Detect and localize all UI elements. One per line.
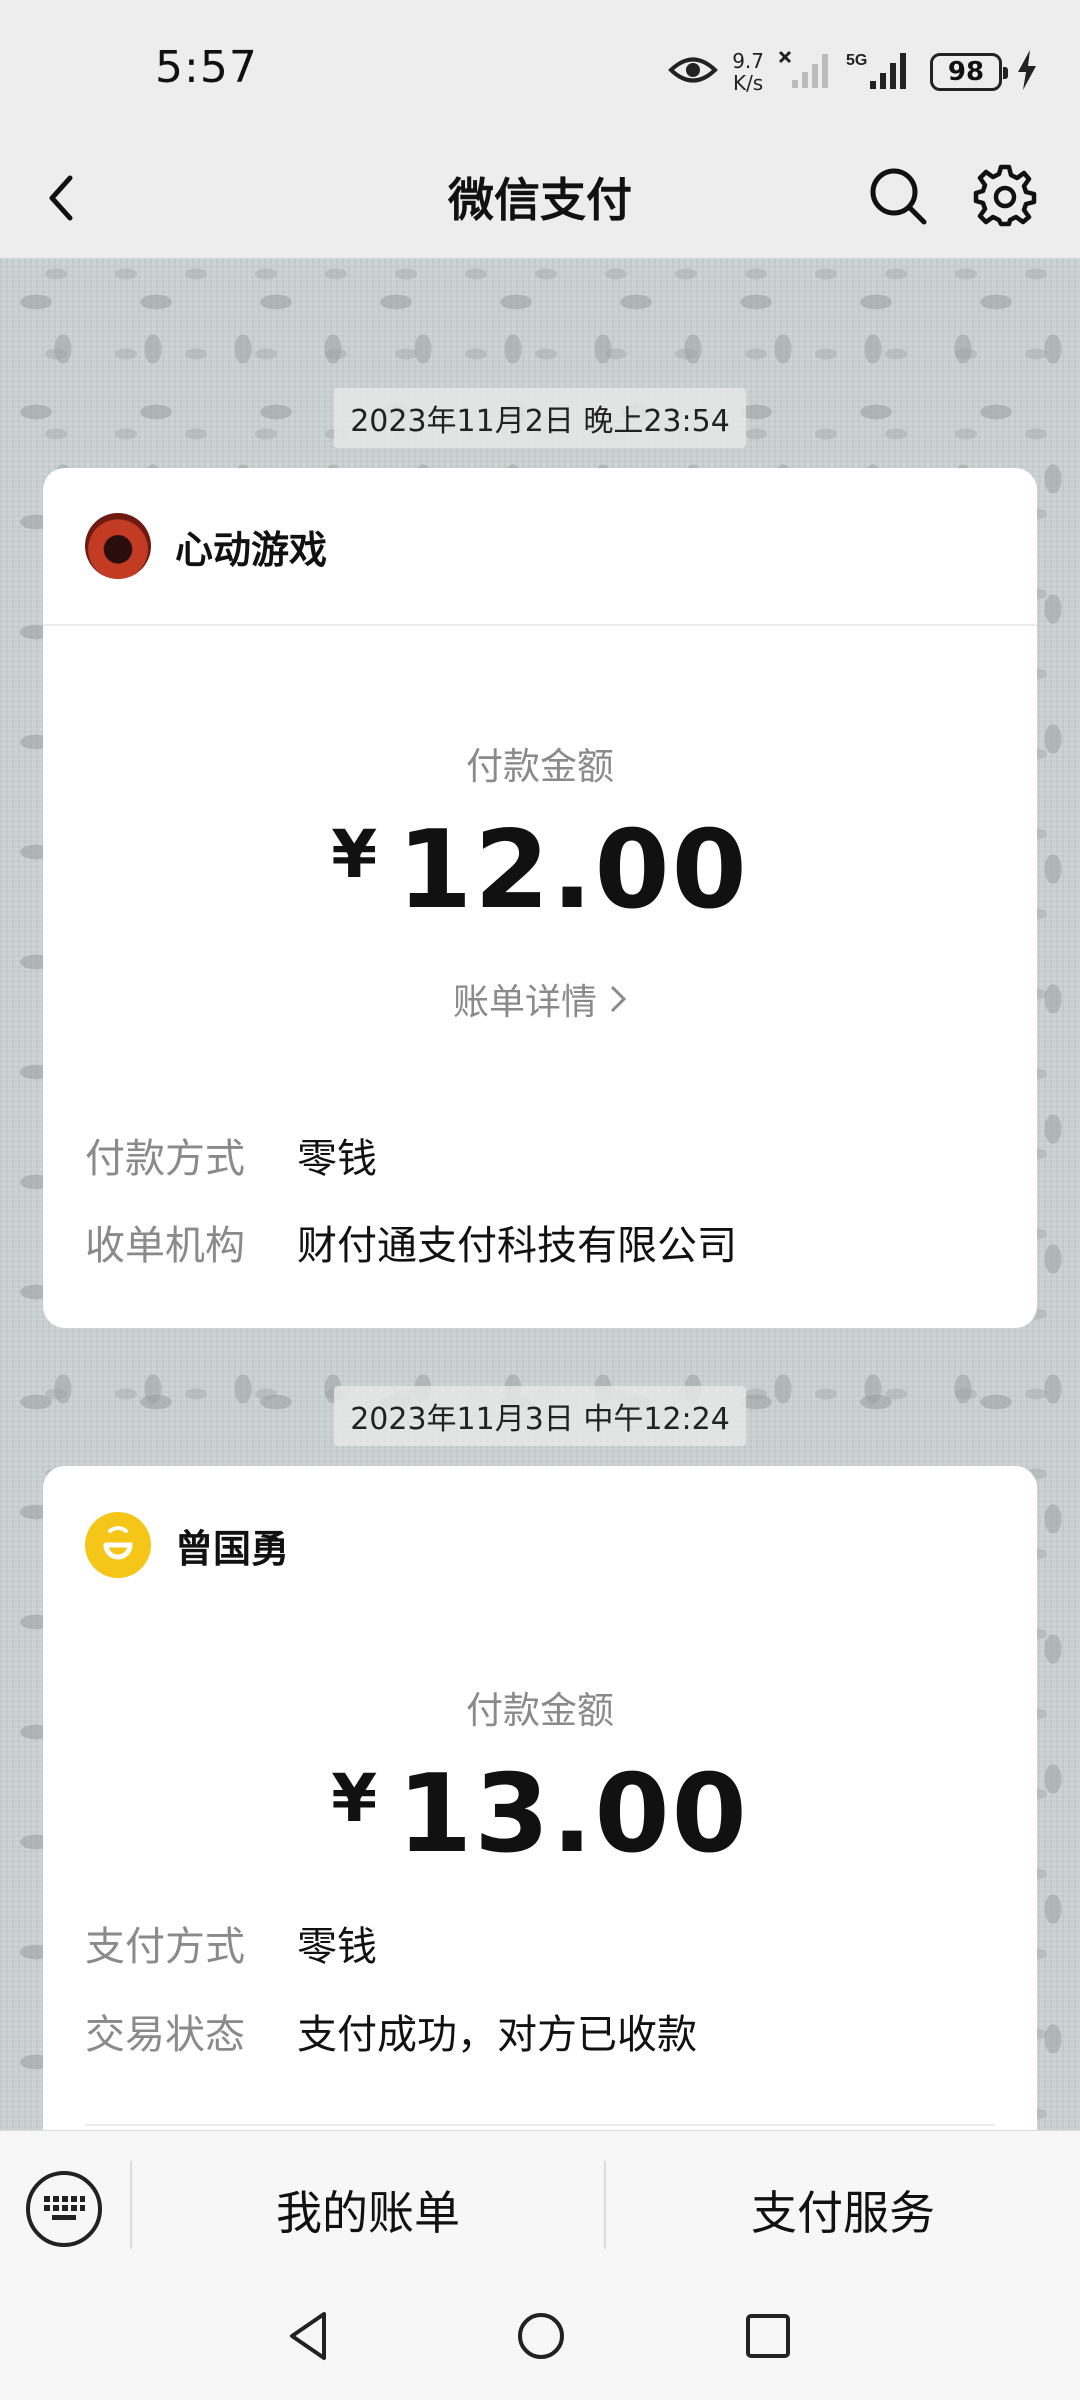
merchant-avatar bbox=[85, 513, 151, 579]
currency-symbol: ¥ bbox=[331, 816, 380, 893]
nav-recents-square-icon[interactable] bbox=[740, 2306, 796, 2366]
smile-logo-icon bbox=[103, 1526, 133, 1560]
bill-detail-link[interactable]: 账单详情 bbox=[43, 973, 1037, 1025]
battery-indicator: 98 bbox=[930, 53, 1008, 91]
nav-bar: 微信支付 bbox=[0, 140, 1080, 258]
info-value: 支付成功，对方已收款 bbox=[297, 2012, 697, 2058]
payment-amount: ¥13.00 bbox=[43, 1752, 1037, 1877]
info-label: 交易状态 bbox=[85, 2012, 245, 2058]
status-bar: 5:57 9.7 K/s 5G 98 bbox=[0, 0, 1080, 140]
payment-card[interactable]: 心动游戏 付款金额 ¥12.00 账单详情 付款方式 零钱 收单机构 财付通支付… bbox=[43, 468, 1037, 1328]
info-row-payment-method: 支付方式 零钱 bbox=[85, 1914, 377, 1972]
amount-value: 13.00 bbox=[397, 1752, 749, 1877]
wechat-pay-chat-screen: 5:57 9.7 K/s 5G 98 微信支付 2023年11月2日 晚上23:… bbox=[0, 0, 1080, 2400]
info-row-transaction-status: 交易状态 支付成功，对方已收款 bbox=[85, 2002, 697, 2060]
search-icon[interactable] bbox=[866, 164, 930, 228]
nav-back-triangle-icon[interactable] bbox=[282, 2306, 334, 2366]
eye-icon bbox=[668, 53, 719, 91]
svg-text:5G: 5G bbox=[846, 52, 867, 69]
system-navigation-bar bbox=[0, 2278, 1080, 2400]
message-timestamp: 2023年11月3日 中午12:24 bbox=[334, 1386, 746, 1446]
payment-amount: ¥12.00 bbox=[43, 808, 1037, 933]
signal-5g-icon: 5G bbox=[846, 49, 916, 95]
message-timestamp: 2023年11月2日 晚上23:54 bbox=[334, 388, 746, 448]
info-label: 支付方式 bbox=[85, 1924, 245, 1970]
gear-icon[interactable] bbox=[972, 162, 1038, 228]
info-label: 收单机构 bbox=[85, 1223, 245, 1269]
amount-value: 12.00 bbox=[397, 808, 749, 933]
menu-my-bills[interactable]: 我的账单 bbox=[132, 2177, 604, 2243]
charging-bolt-icon bbox=[1016, 50, 1038, 94]
merchant-avatar bbox=[85, 1512, 151, 1578]
bill-detail-label: 账单详情 bbox=[452, 982, 597, 1023]
status-icons: 9.7 K/s 5G 98 bbox=[668, 44, 1038, 100]
card-divider bbox=[85, 2124, 995, 2126]
network-speed-value: 9.7 bbox=[732, 49, 764, 73]
keyboard-icon[interactable] bbox=[26, 2171, 102, 2247]
info-value: 零钱 bbox=[297, 1136, 377, 1182]
info-label: 付款方式 bbox=[85, 1136, 245, 1182]
info-value: 财付通支付科技有限公司 bbox=[297, 1223, 737, 1269]
card-header: 心动游戏 bbox=[43, 468, 1037, 626]
signal-no-service-icon bbox=[778, 50, 832, 94]
info-value: 零钱 bbox=[297, 1924, 377, 1970]
message-list[interactable]: 2023年11月2日 晚上23:54 心动游戏 付款金额 ¥12.00 账单详情… bbox=[0, 258, 1080, 2130]
merchant-name: 曾国勇 bbox=[175, 1526, 290, 1571]
timestamp-wrapper: 2023年11月2日 晚上23:54 bbox=[0, 388, 1080, 448]
nav-home-circle-icon[interactable] bbox=[511, 2306, 571, 2366]
card-header: 曾国勇 bbox=[43, 1466, 1037, 1624]
currency-symbol: ¥ bbox=[331, 1760, 380, 1837]
info-row-payment-method: 付款方式 零钱 bbox=[85, 1126, 377, 1184]
timestamp-wrapper: 2023年11月3日 中午12:24 bbox=[0, 1386, 1080, 1446]
network-speed-unit: K/s bbox=[732, 71, 764, 95]
network-speed: 9.7 K/s bbox=[732, 50, 764, 94]
chevron-right-icon bbox=[609, 982, 627, 1023]
status-time: 5:57 bbox=[155, 42, 258, 93]
info-row-acquirer: 收单机构 财付通支付科技有限公司 bbox=[85, 1213, 737, 1271]
menu-payment-services[interactable]: 支付服务 bbox=[606, 2177, 1080, 2243]
payment-card[interactable]: 曾国勇 付款金额 ¥13.00 支付方式 零钱 交易状态 支付成功，对方已收款 bbox=[43, 1466, 1037, 2130]
merchant-name: 心动游戏 bbox=[175, 527, 328, 572]
bottom-menu: 我的账单 支付服务 bbox=[0, 2130, 1080, 2278]
amount-label: 付款金额 bbox=[466, 745, 614, 788]
amount-label: 付款金额 bbox=[466, 1689, 614, 1732]
